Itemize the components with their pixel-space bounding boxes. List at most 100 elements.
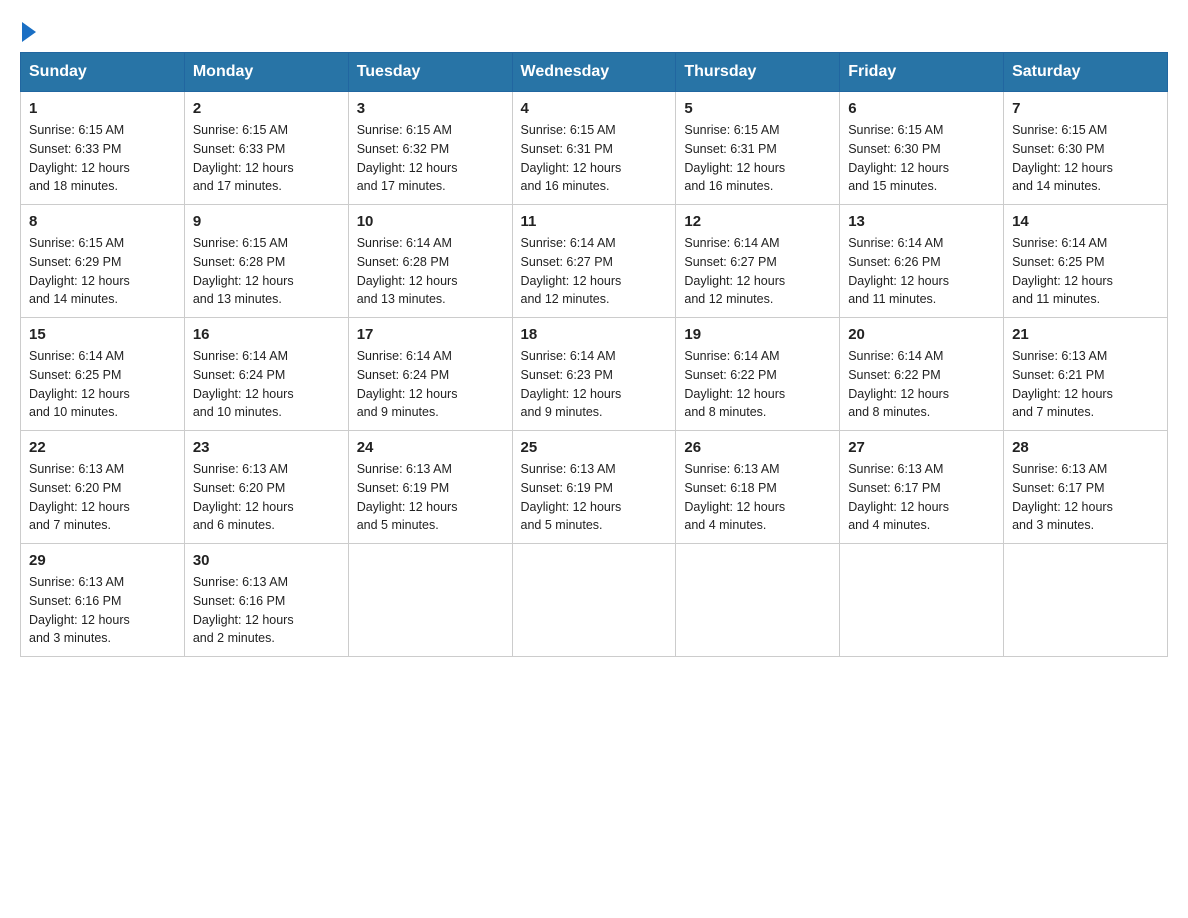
calendar-cell: 1 Sunrise: 6:15 AMSunset: 6:33 PMDaylight…: [21, 92, 185, 205]
day-info: Sunrise: 6:13 AMSunset: 6:17 PMDaylight:…: [1012, 460, 1159, 535]
day-number: 5: [684, 100, 831, 117]
day-info: Sunrise: 6:15 AMSunset: 6:30 PMDaylight:…: [1012, 121, 1159, 196]
page-header: [20, 20, 1168, 42]
day-info: Sunrise: 6:14 AMSunset: 6:27 PMDaylight:…: [521, 234, 668, 309]
day-number: 20: [848, 326, 995, 343]
day-info: Sunrise: 6:14 AMSunset: 6:22 PMDaylight:…: [684, 347, 831, 422]
day-number: 16: [193, 326, 340, 343]
calendar-cell: 12 Sunrise: 6:14 AMSunset: 6:27 PMDayligh…: [676, 205, 840, 318]
day-number: 19: [684, 326, 831, 343]
day-number: 18: [521, 326, 668, 343]
day-number: 14: [1012, 213, 1159, 230]
day-number: 22: [29, 439, 176, 456]
logo: [20, 20, 36, 42]
day-number: 15: [29, 326, 176, 343]
weekday-header-wednesday: Wednesday: [512, 53, 676, 92]
calendar-cell: 18Sunrise: 6:14 AMSunset: 6:23 PMDayligh…: [512, 318, 676, 431]
calendar-cell: 7 Sunrise: 6:15 AMSunset: 6:30 PMDaylight…: [1004, 92, 1168, 205]
day-number: 6: [848, 100, 995, 117]
calendar-cell: 21 Sunrise: 6:13 AMSunset: 6:21 PMDayligh…: [1004, 318, 1168, 431]
day-number: 2: [193, 100, 340, 117]
calendar-cell: 5 Sunrise: 6:15 AMSunset: 6:31 PMDaylight…: [676, 92, 840, 205]
calendar-cell: 9 Sunrise: 6:15 AMSunset: 6:28 PMDaylight…: [184, 205, 348, 318]
day-number: 9: [193, 213, 340, 230]
day-info: Sunrise: 6:13 AMSunset: 6:17 PMDaylight:…: [848, 460, 995, 535]
day-info: Sunrise: 6:13 AMSunset: 6:16 PMDaylight:…: [193, 573, 340, 648]
day-info: Sunrise: 6:13 AMSunset: 6:18 PMDaylight:…: [684, 460, 831, 535]
day-number: 28: [1012, 439, 1159, 456]
day-info: Sunrise: 6:14 AMSunset: 6:27 PMDaylight:…: [684, 234, 831, 309]
day-info: Sunrise: 6:15 AMSunset: 6:33 PMDaylight:…: [29, 121, 176, 196]
calendar-week-row: 1 Sunrise: 6:15 AMSunset: 6:33 PMDaylight…: [21, 92, 1168, 205]
day-number: 27: [848, 439, 995, 456]
day-info: Sunrise: 6:15 AMSunset: 6:32 PMDaylight:…: [357, 121, 504, 196]
calendar-week-row: 15 Sunrise: 6:14 AMSunset: 6:25 PMDayligh…: [21, 318, 1168, 431]
calendar-cell: 29Sunrise: 6:13 AMSunset: 6:16 PMDayligh…: [21, 544, 185, 657]
calendar-cell: 16 Sunrise: 6:14 AMSunset: 6:24 PMDayligh…: [184, 318, 348, 431]
calendar-week-row: 22 Sunrise: 6:13 AMSunset: 6:20 PMDayligh…: [21, 431, 1168, 544]
calendar-cell: [840, 544, 1004, 657]
day-number: 21: [1012, 326, 1159, 343]
day-info: Sunrise: 6:15 AMSunset: 6:31 PMDaylight:…: [521, 121, 668, 196]
weekday-header-row: SundayMondayTuesdayWednesdayThursdayFrid…: [21, 53, 1168, 92]
day-number: 8: [29, 213, 176, 230]
day-number: 30: [193, 552, 340, 569]
calendar-cell: [348, 544, 512, 657]
day-number: 10: [357, 213, 504, 230]
calendar-cell: 15 Sunrise: 6:14 AMSunset: 6:25 PMDayligh…: [21, 318, 185, 431]
day-number: 11: [521, 213, 668, 230]
calendar-cell: [512, 544, 676, 657]
day-number: 3: [357, 100, 504, 117]
calendar-cell: 14 Sunrise: 6:14 AMSunset: 6:25 PMDayligh…: [1004, 205, 1168, 318]
calendar-week-row: 8Sunrise: 6:15 AMSunset: 6:29 PMDaylight…: [21, 205, 1168, 318]
calendar-cell: [1004, 544, 1168, 657]
day-info: Sunrise: 6:15 AMSunset: 6:30 PMDaylight:…: [848, 121, 995, 196]
day-info: Sunrise: 6:14 AMSunset: 6:28 PMDaylight:…: [357, 234, 504, 309]
day-info: Sunrise: 6:14 AMSunset: 6:24 PMDaylight:…: [193, 347, 340, 422]
calendar-cell: 17 Sunrise: 6:14 AMSunset: 6:24 PMDayligh…: [348, 318, 512, 431]
logo-triangle-icon: [22, 22, 36, 42]
day-info: Sunrise: 6:14 AMSunset: 6:25 PMDaylight:…: [1012, 234, 1159, 309]
calendar-cell: [676, 544, 840, 657]
calendar-cell: 20 Sunrise: 6:14 AMSunset: 6:22 PMDayligh…: [840, 318, 1004, 431]
day-number: 26: [684, 439, 831, 456]
day-info: Sunrise: 6:14 AMSunset: 6:26 PMDaylight:…: [848, 234, 995, 309]
day-info: Sunrise: 6:15 AMSunset: 6:28 PMDaylight:…: [193, 234, 340, 309]
calendar-header: SundayMondayTuesdayWednesdayThursdayFrid…: [21, 53, 1168, 92]
calendar-cell: 24 Sunrise: 6:13 AMSunset: 6:19 PMDayligh…: [348, 431, 512, 544]
day-number: 17: [357, 326, 504, 343]
day-number: 1: [29, 100, 176, 117]
calendar-cell: 4 Sunrise: 6:15 AMSunset: 6:31 PMDaylight…: [512, 92, 676, 205]
calendar-cell: 19 Sunrise: 6:14 AMSunset: 6:22 PMDayligh…: [676, 318, 840, 431]
day-info: Sunrise: 6:14 AMSunset: 6:22 PMDaylight:…: [848, 347, 995, 422]
day-info: Sunrise: 6:14 AMSunset: 6:24 PMDaylight:…: [357, 347, 504, 422]
weekday-header-saturday: Saturday: [1004, 53, 1168, 92]
day-info: Sunrise: 6:14 AMSunset: 6:25 PMDaylight:…: [29, 347, 176, 422]
calendar-cell: 28 Sunrise: 6:13 AMSunset: 6:17 PMDayligh…: [1004, 431, 1168, 544]
calendar-cell: 10 Sunrise: 6:14 AMSunset: 6:28 PMDayligh…: [348, 205, 512, 318]
calendar-cell: 27 Sunrise: 6:13 AMSunset: 6:17 PMDayligh…: [840, 431, 1004, 544]
weekday-header-tuesday: Tuesday: [348, 53, 512, 92]
day-info: Sunrise: 6:13 AMSunset: 6:19 PMDaylight:…: [357, 460, 504, 535]
calendar-cell: 13Sunrise: 6:14 AMSunset: 6:26 PMDayligh…: [840, 205, 1004, 318]
calendar-cell: 8Sunrise: 6:15 AMSunset: 6:29 PMDaylight…: [21, 205, 185, 318]
day-number: 4: [521, 100, 668, 117]
calendar-cell: 26 Sunrise: 6:13 AMSunset: 6:18 PMDayligh…: [676, 431, 840, 544]
weekday-header-monday: Monday: [184, 53, 348, 92]
calendar-cell: 11 Sunrise: 6:14 AMSunset: 6:27 PMDayligh…: [512, 205, 676, 318]
day-number: 24: [357, 439, 504, 456]
calendar-cell: 30 Sunrise: 6:13 AMSunset: 6:16 PMDayligh…: [184, 544, 348, 657]
day-info: Sunrise: 6:13 AMSunset: 6:21 PMDaylight:…: [1012, 347, 1159, 422]
calendar-cell: 23 Sunrise: 6:13 AMSunset: 6:20 PMDayligh…: [184, 431, 348, 544]
day-info: Sunrise: 6:13 AMSunset: 6:20 PMDaylight:…: [193, 460, 340, 535]
day-number: 7: [1012, 100, 1159, 117]
day-number: 12: [684, 213, 831, 230]
day-number: 23: [193, 439, 340, 456]
day-info: Sunrise: 6:15 AMSunset: 6:31 PMDaylight:…: [684, 121, 831, 196]
day-number: 29: [29, 552, 176, 569]
weekday-header-friday: Friday: [840, 53, 1004, 92]
day-info: Sunrise: 6:13 AMSunset: 6:19 PMDaylight:…: [521, 460, 668, 535]
weekday-header-sunday: Sunday: [21, 53, 185, 92]
calendar-cell: 3 Sunrise: 6:15 AMSunset: 6:32 PMDaylight…: [348, 92, 512, 205]
weekday-header-thursday: Thursday: [676, 53, 840, 92]
